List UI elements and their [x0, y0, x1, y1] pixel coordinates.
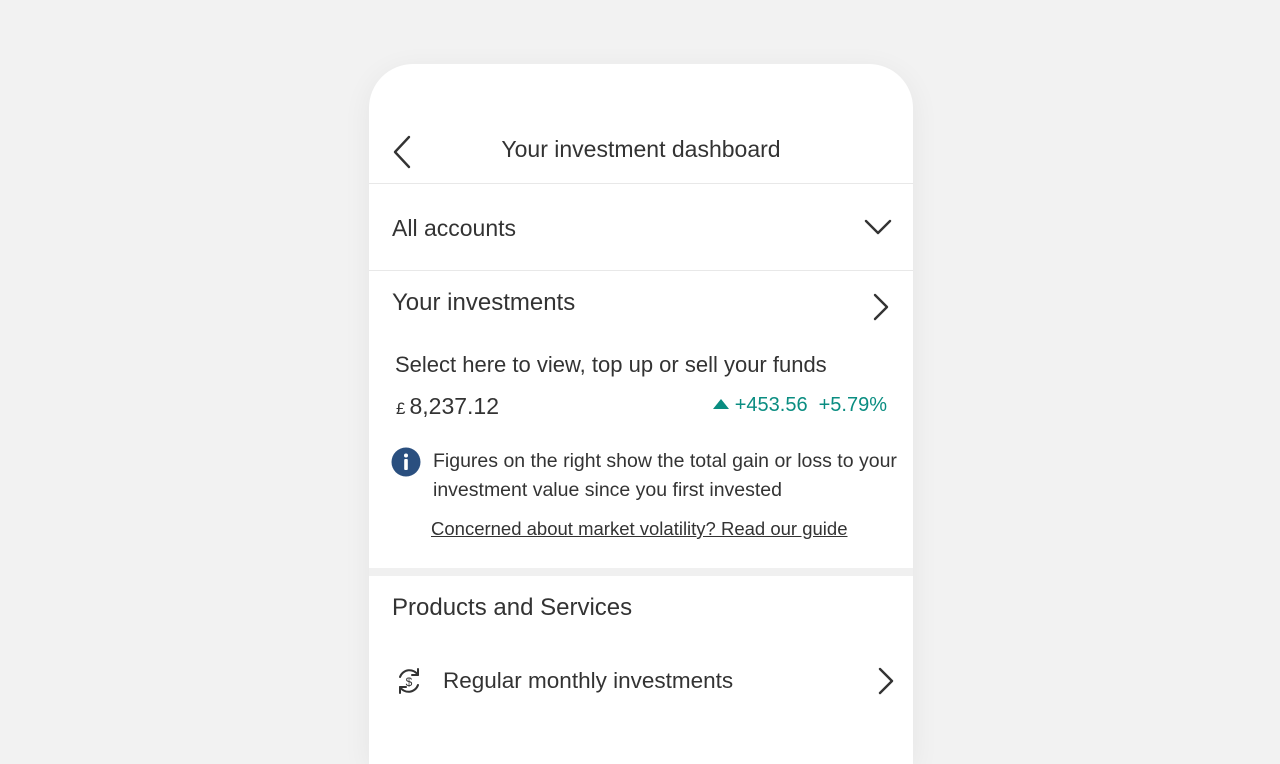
- investments-description: Select here to view, top up or sell your…: [395, 352, 827, 377]
- portfolio-value: £8,237.12: [396, 393, 499, 420]
- account-selector-value: All accounts: [392, 215, 517, 241]
- gain-amount: +453.56: [734, 394, 808, 416]
- investments-title[interactable]: Your investments: [392, 289, 575, 317]
- chevron-down-icon: [864, 219, 892, 235]
- regular-monthly-investments-item[interactable]: $ Regular monthly investments: [369, 654, 913, 714]
- info-note: Figures on the right show the total gain…: [433, 450, 897, 501]
- section-divider: [369, 568, 913, 576]
- svg-text:$: $: [406, 675, 413, 689]
- portfolio-value-amount: 8,237.12: [409, 393, 499, 419]
- volatility-guide-link[interactable]: Concerned about market volatility? Read …: [431, 518, 848, 540]
- top-bar: Your investment dashboard: [369, 64, 913, 184]
- currency-symbol: £: [396, 399, 406, 418]
- gain-percent: +5.79%: [818, 394, 887, 416]
- page-title: Your investment dashboard: [501, 136, 781, 162]
- list-item-label: Regular monthly investments: [443, 668, 734, 693]
- app-screen: Your investment dashboard All accounts Y…: [369, 64, 913, 764]
- portfolio-gain: +453.56 +5.79%: [712, 394, 887, 417]
- products-section-title: Products and Services: [392, 594, 633, 621]
- triangle-up-icon: [712, 399, 729, 409]
- chevron-right-icon: [878, 667, 894, 695]
- account-selector[interactable]: All accounts: [369, 185, 913, 271]
- recurring-money-icon: $: [399, 668, 419, 694]
- chevron-right-icon[interactable]: [869, 292, 891, 322]
- info-icon: [391, 447, 421, 477]
